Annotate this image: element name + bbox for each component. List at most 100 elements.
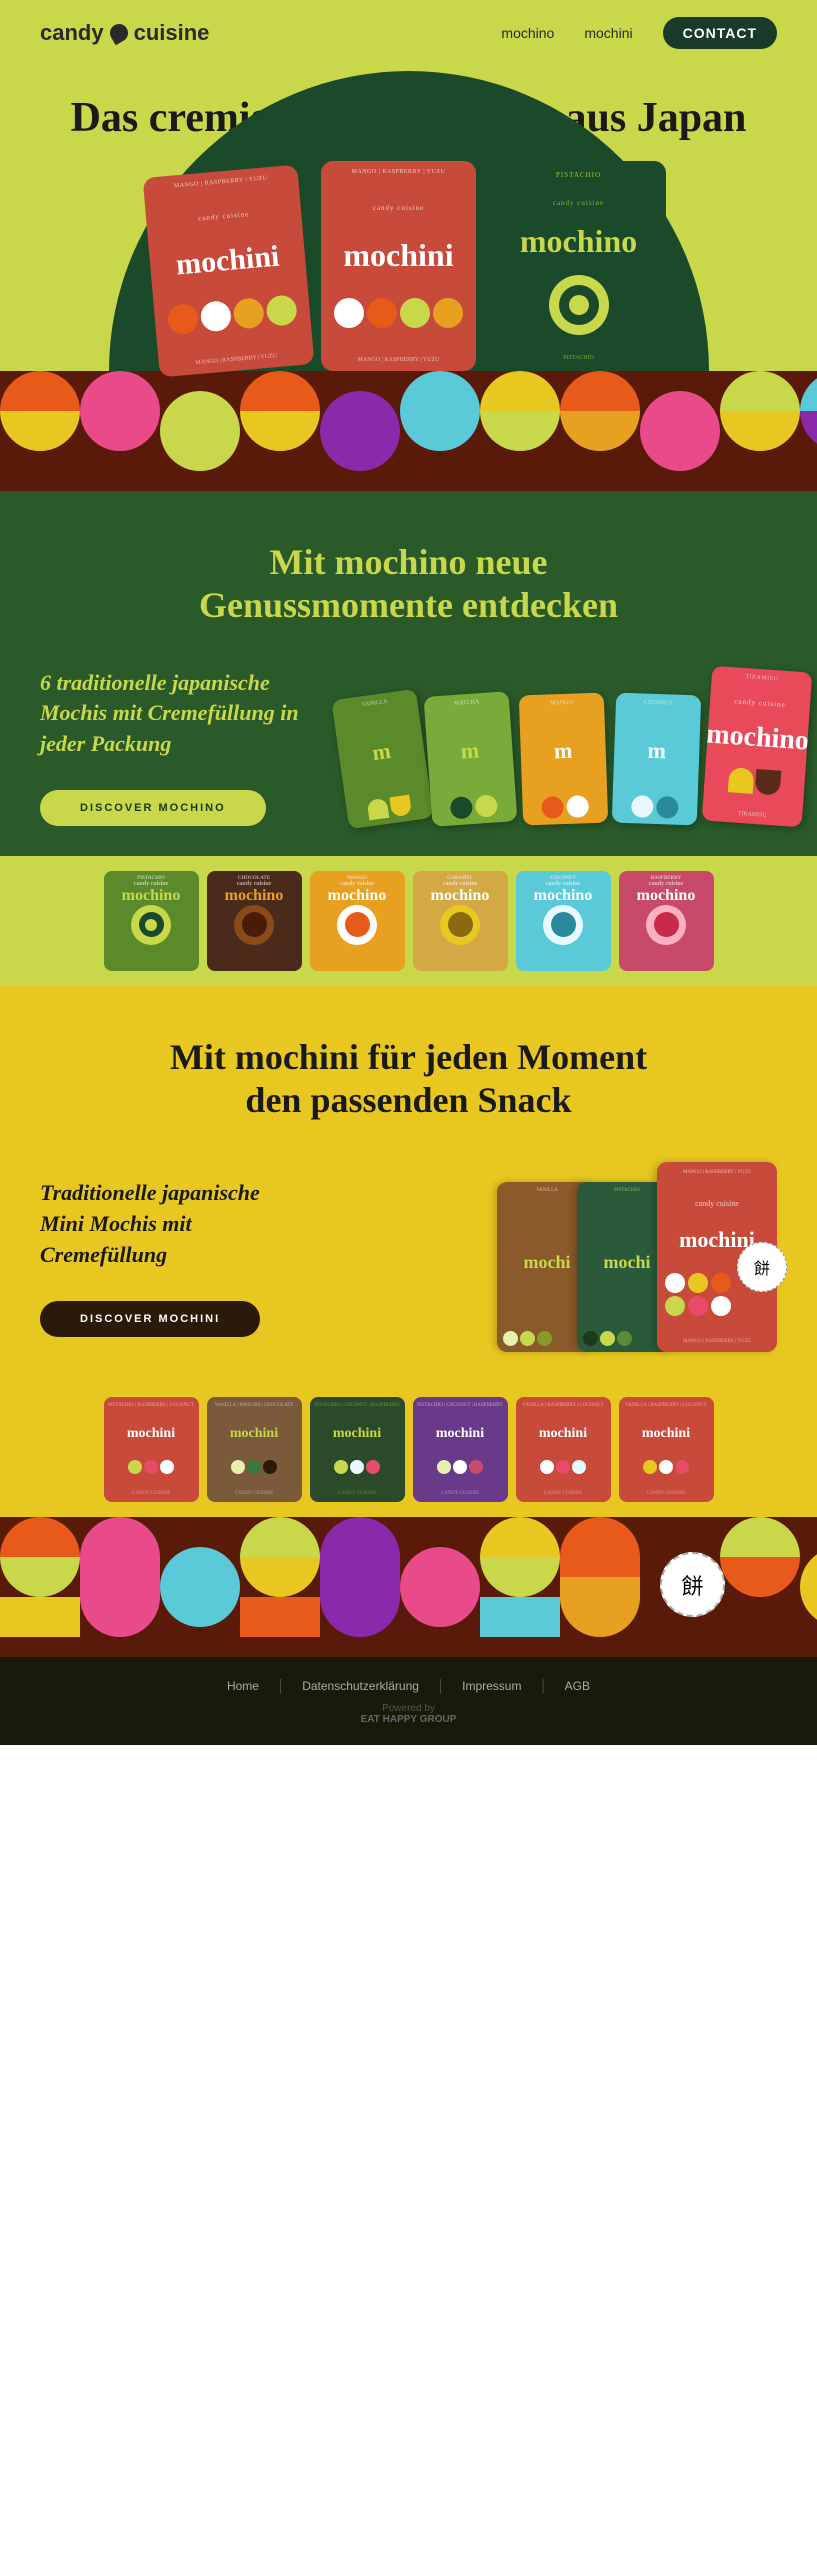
footer-impressum[interactable]: Impressum (462, 1679, 521, 1693)
logo-icon (106, 20, 131, 45)
thumb-circle (646, 905, 686, 945)
mochino-bag-1: VANILLA m (331, 689, 433, 830)
bag-brand: candy cuisine (198, 210, 250, 222)
nav-mochini[interactable]: mochini (584, 25, 632, 41)
bp-9 (720, 1517, 800, 1637)
thumb-brand: candy cuisine (132, 1491, 171, 1496)
mochini-thumb-4: PISTACHIO | COCONUT | RASPBERRY mochini … (413, 1397, 508, 1502)
bag-flavor: MANGO (550, 700, 573, 707)
nav-links: mochino mochini CONTACT (501, 17, 777, 49)
mochino-bag-2: MATCHA m (424, 691, 518, 827)
thumb-dots (128, 1460, 174, 1474)
mochino-bag-3: MANGO m (519, 693, 608, 826)
mochini-text: Traditionelle japanische Mini Mochis mit… (40, 1178, 300, 1336)
bag-brand: candy cuisine (665, 1199, 769, 1208)
thumb-content: MANGO candy cuisine mochino (310, 871, 405, 971)
bag-name: m (647, 741, 666, 761)
inner-circle (345, 912, 370, 937)
discover-mochino-button[interactable]: DISCOVER MOCHINO (40, 790, 266, 826)
bag-name: mochino (705, 722, 809, 754)
thumb-dots (643, 1460, 689, 1474)
flavor-label: MANGO | RASPBERRY | YUZU (665, 1170, 769, 1175)
inner-circle (654, 912, 679, 937)
thumb-name: mochini (127, 1426, 175, 1442)
footer-divider-1: | (279, 1677, 282, 1695)
thumb-name: mochino (225, 887, 284, 905)
bag-flavor: TIRAMISU (745, 674, 778, 682)
bp-4 (240, 1517, 320, 1637)
footer: Home | Datenschutzerklärung | Impressum … (0, 1657, 817, 1745)
thumb-dots (540, 1460, 586, 1474)
bag-brand: candy cuisine (734, 698, 786, 710)
footer-divider-2: | (439, 1677, 442, 1695)
thumb-raspberry: RASPBERRY candy cuisine mochino (619, 871, 714, 971)
thumb-coconut: COCONUT candy cuisine mochino (516, 871, 611, 971)
nav-mochino[interactable]: mochino (501, 25, 554, 41)
bag-bottom-label: PISTACHIO (563, 355, 594, 361)
inner-circle (242, 912, 267, 937)
pat-1 (0, 371, 80, 491)
bag-flavor: VANILLA (361, 699, 387, 709)
thumb-circle (543, 905, 583, 945)
thumb-dots (437, 1460, 483, 1474)
bp-2 (80, 1517, 160, 1637)
mochino-section: Mit mochino neueGenussmomente entdecken … (0, 491, 817, 856)
mochini-body: Traditionelle japanische Mini Mochis mit… (40, 1178, 300, 1270)
bp-6 (400, 1517, 480, 1637)
thumb-circle (131, 905, 171, 945)
footer-links: Home | Datenschutzerklärung | Impressum … (227, 1677, 590, 1695)
footer-agb[interactable]: AGB (565, 1679, 590, 1693)
bag-brand: candy cuisine (553, 199, 604, 207)
bp-7 (480, 1517, 560, 1637)
bottom-seal: 餅 (660, 1552, 725, 1617)
bag-dots (631, 795, 679, 819)
bag-brand: candy cuisine (373, 204, 424, 212)
bag-dots (541, 795, 589, 819)
mochino-body: 6 traditionelle japanische Mochis mit Cr… (40, 668, 320, 760)
thumb-mango: MANGO candy cuisine mochino (310, 871, 405, 971)
mochini-thumb-3: PISTACHIO | COCONUT | RASPBERRY mochini … (310, 1397, 405, 1502)
thumb-brand: candy cuisine (647, 1491, 686, 1496)
pat-3 (160, 371, 240, 491)
hero-section: Das cremige Trend-Dessert aus Japan MANG… (0, 65, 817, 371)
bag-bottom-label: MANGO | RASPBERRY | YUZU (358, 357, 440, 363)
bag-name: mochino (520, 227, 637, 256)
center-dot (145, 919, 157, 931)
bp-8 (560, 1517, 640, 1637)
bag-bottom-label: TIRAMISU (738, 811, 767, 819)
thumb-content: CHOCOLATE candy cuisine mochino (207, 871, 302, 971)
thumb-name: mochino (637, 887, 696, 905)
thumb-name: mochini (436, 1426, 484, 1442)
footer-powered: Powered by EAT HAPPY GROUP (361, 1703, 457, 1725)
pat-8 (560, 371, 640, 491)
bag-label: MANGO | RASPBERRY | YUZU (174, 175, 268, 189)
mochini-bags-display: VANILLA mochi PISTACHIO mochi (320, 1162, 777, 1352)
thumb-name: mochini (230, 1426, 278, 1442)
thumb-flavor: VANILLA | RASPBERRY | COCONUT (625, 1403, 706, 1408)
bag-dots (450, 795, 498, 820)
mochini-thumb-6: VANILLA | RASPBERRY | COCONUT mochini ca… (619, 1397, 714, 1502)
contact-button[interactable]: CONTACT (663, 17, 777, 49)
mochini-thumb-5: VANILLA | RASPBERRY | COCONUT mochini ca… (516, 1397, 611, 1502)
mochini-bag-mango-raspberry: MANGO | RASPBERRY | YUZU candy cuisine m… (657, 1162, 777, 1352)
thumb-content: CARAMEL candy cuisine mochino (413, 871, 508, 971)
thumb-name: mochino (431, 887, 490, 905)
pat-10 (720, 371, 800, 491)
powered-by-company: EAT HAPPY GROUP (361, 1714, 457, 1725)
mochino-bags-display: VANILLA m MATCHA m MANGO m (340, 669, 807, 824)
footer-home[interactable]: Home (227, 1679, 259, 1693)
mochini-section: Mit mochini für jeden Momentden passende… (0, 986, 817, 1382)
bag-name: m (371, 741, 392, 763)
hero-bag-mochino: PISTACHIO candy cuisine mochino PISTACHI… (491, 161, 666, 371)
thumb-content: COCONUT candy cuisine mochino (516, 871, 611, 971)
pat-7 (480, 371, 560, 491)
discover-mochini-button[interactable]: DISCOVER MOCHINI (40, 1301, 260, 1337)
footer-divider-3: | (541, 1677, 544, 1695)
bp-1 (0, 1517, 80, 1637)
footer-datenschutz[interactable]: Datenschutzerklärung (302, 1679, 419, 1693)
thumb-pistachio: PISTACHIO candy cuisine mochino (104, 871, 199, 971)
pat-2 (80, 371, 160, 491)
bag-name: m (460, 741, 480, 762)
bottom-pattern-grid: 餅 (0, 1517, 817, 1657)
hero-products: MANGO | RASPBERRY | YUZU candy cuisine m… (40, 161, 777, 371)
